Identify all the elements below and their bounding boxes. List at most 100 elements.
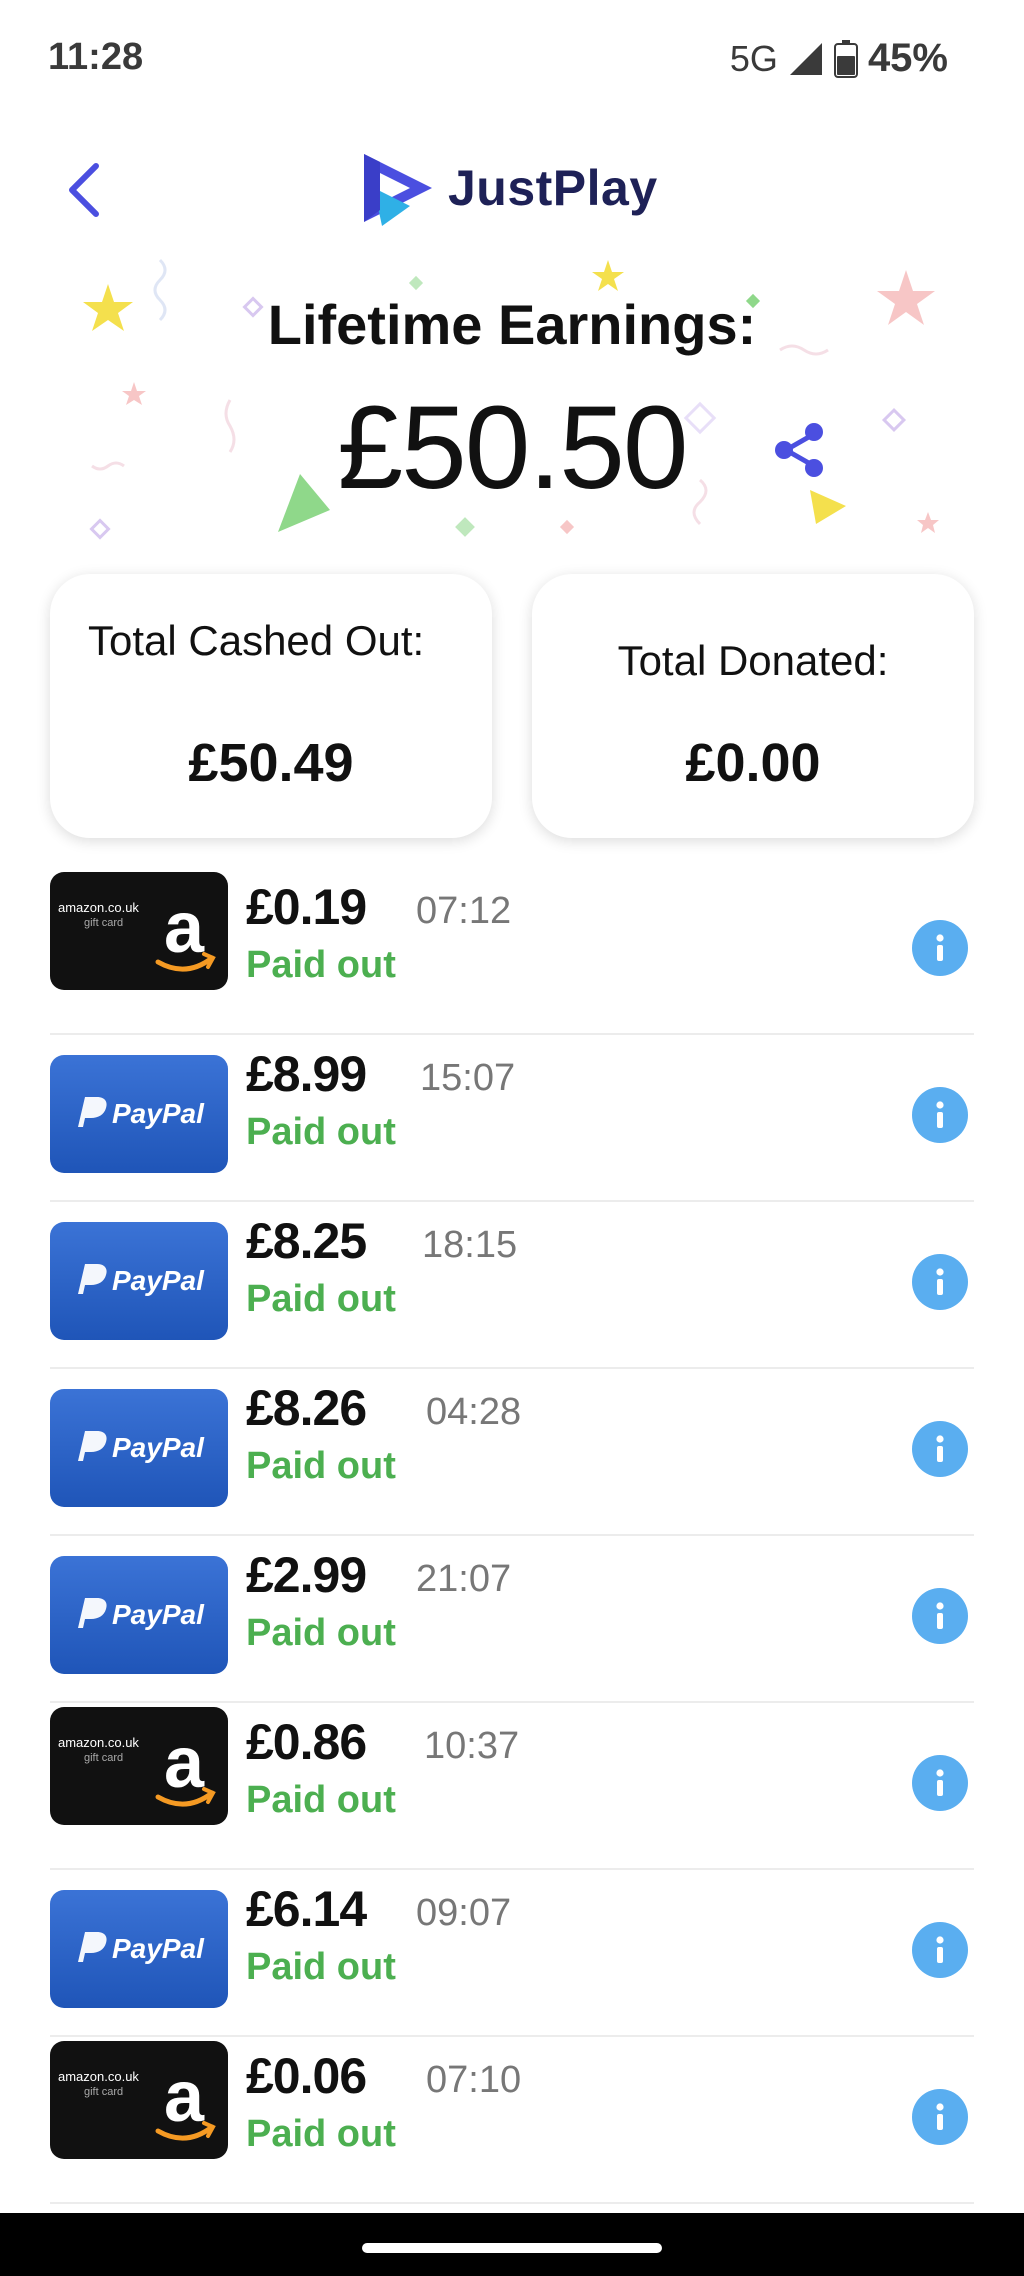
signal-icon — [789, 42, 822, 75]
paypal-thumbnail: PayPal — [50, 1890, 228, 2008]
lifetime-earnings-section: Lifetime Earnings: £50.50 — [0, 250, 1024, 560]
payout-row[interactable]: PayPal £8.25 18:15 Paid out — [50, 1202, 974, 1369]
payout-status: Paid out — [246, 1612, 396, 1654]
payout-row[interactable]: PayPal £2.99 21:07 Paid out — [50, 1536, 974, 1703]
svg-text:gift card: gift card — [84, 1752, 123, 1764]
payout-amount: £8.25 — [246, 1213, 367, 1269]
payout-status: Paid out — [246, 944, 396, 986]
payout-status: Paid out — [246, 1445, 396, 1487]
payout-row[interactable]: PayPal £8.26 04:28 Paid out — [50, 1369, 974, 1536]
payout-time: 04:28 — [426, 1391, 522, 1433]
info-icon — [936, 1602, 944, 1629]
total-cashed-out-card: Total Cashed Out: £50.49 — [50, 574, 492, 838]
paypal-logo-icon: PayPal — [78, 1431, 205, 1463]
info-button[interactable] — [912, 1254, 968, 1310]
battery-icon — [833, 39, 858, 78]
payout-time: 10:37 — [424, 1725, 520, 1767]
info-button[interactable] — [912, 1421, 968, 1477]
back-button[interactable] — [52, 158, 116, 222]
paypal-logo-icon: PayPal — [78, 1097, 205, 1129]
payout-amount: £0.06 — [246, 2048, 367, 2104]
info-icon — [936, 1435, 944, 1462]
payout-time: 09:07 — [416, 1892, 512, 1934]
status-bar: 11:28 5G 45% — [0, 0, 1024, 120]
payout-time: 21:07 — [416, 1558, 512, 1600]
status-time: 11:28 — [48, 36, 144, 78]
payout-row[interactable]: amazon.co.uk gift card a £0.86 10:37 Pai… — [50, 1703, 974, 1870]
network-type: 5G — [729, 37, 778, 79]
info-button[interactable] — [912, 920, 968, 976]
payout-row[interactable]: amazon.co.uk gift card a £0.06 07:10 Pai… — [50, 2037, 974, 2204]
total-cashed-out-label: Total Cashed Out: — [88, 617, 425, 664]
payout-amount: £8.99 — [246, 1046, 367, 1102]
total-donated-label: Total Donated: — [617, 637, 889, 684]
svg-text:gift card: gift card — [84, 917, 123, 929]
share-button[interactable] — [768, 418, 832, 482]
info-icon — [936, 1268, 944, 1295]
info-icon — [936, 934, 944, 961]
payout-time: 07:10 — [426, 2059, 522, 2101]
payout-row[interactable]: PayPal £8.99 15:07 Paid out — [50, 1035, 974, 1202]
home-indicator[interactable] — [362, 2243, 662, 2253]
info-button[interactable] — [912, 1087, 968, 1143]
payout-amount: £2.99 — [246, 1547, 367, 1603]
payout-row[interactable]: amazon.co.uk gift card a £0.19 07:12 Pai… — [50, 868, 974, 1035]
system-nav-bar — [0, 2213, 1024, 2276]
svg-text:a: a — [164, 2057, 205, 2137]
svg-text:PayPal: PayPal — [112, 1265, 205, 1296]
chevron-left-icon — [69, 163, 99, 217]
paypal-logo-icon: PayPal — [78, 1598, 205, 1630]
info-icon — [936, 1769, 944, 1796]
svg-text:PayPal: PayPal — [112, 1098, 205, 1129]
app-name: JustPlay — [448, 160, 658, 216]
payout-status: Paid out — [246, 1946, 396, 1988]
payout-time: 18:15 — [422, 1224, 518, 1266]
info-button[interactable] — [912, 1922, 968, 1978]
amazon-logo-icon: amazon.co.uk gift card a — [58, 1723, 216, 1807]
svg-text:a: a — [164, 1723, 205, 1803]
amazon-gift-card-thumbnail: amazon.co.uk gift card a — [50, 1707, 228, 1825]
paypal-thumbnail: PayPal — [50, 1055, 228, 1173]
payout-status: Paid out — [246, 1779, 396, 1821]
payout-status: Paid out — [246, 1278, 396, 1320]
amazon-gift-card-thumbnail: amazon.co.uk gift card a — [50, 2041, 228, 2159]
amazon-logo-icon: amazon.co.uk gift card a — [58, 888, 216, 972]
info-icon — [936, 1101, 944, 1128]
info-icon — [936, 1936, 944, 1963]
payout-row[interactable]: PayPal £6.14 09:07 Paid out — [50, 1870, 974, 2037]
battery-percent: 45% — [867, 36, 948, 80]
total-donated-card: Total Donated: £0.00 — [532, 574, 974, 838]
total-donated-value: £0.00 — [685, 733, 821, 793]
svg-text:PayPal: PayPal — [112, 1933, 205, 1964]
payout-status: Paid out — [246, 1111, 396, 1153]
info-icon — [936, 2103, 944, 2130]
info-button[interactable] — [912, 1588, 968, 1644]
info-button[interactable] — [912, 2089, 968, 2145]
lifetime-earnings-value: £50.50 — [337, 382, 689, 514]
status-icons: 5G 45% — [730, 36, 948, 81]
paypal-logo-icon: PayPal — [78, 1264, 205, 1296]
paypal-thumbnail: PayPal — [50, 1556, 228, 1674]
amazon-gift-card-thumbnail: amazon.co.uk gift card a — [50, 872, 228, 990]
payout-amount: £0.86 — [246, 1714, 367, 1770]
justplay-logo-icon — [364, 154, 432, 226]
svg-text:amazon.co.uk: amazon.co.uk — [58, 2069, 139, 2084]
app-header: JustPlay — [0, 130, 1024, 250]
payout-amount: £6.14 — [246, 1881, 367, 1937]
svg-text:amazon.co.uk: amazon.co.uk — [58, 1735, 139, 1750]
paypal-logo-icon: PayPal — [78, 1932, 205, 1964]
svg-text:amazon.co.uk: amazon.co.uk — [58, 900, 139, 915]
total-cashed-out-value: £50.49 — [188, 733, 354, 793]
paypal-thumbnail: PayPal — [50, 1389, 228, 1507]
svg-text:a: a — [164, 888, 205, 968]
amazon-logo-icon: amazon.co.uk gift card a — [58, 2057, 216, 2141]
payout-history-list[interactable]: amazon.co.uk gift card a £0.19 07:12 Pai… — [50, 868, 974, 2213]
payout-amount: £8.26 — [246, 1380, 367, 1436]
paypal-thumbnail: PayPal — [50, 1222, 228, 1340]
info-button[interactable] — [912, 1755, 968, 1811]
app-logo: JustPlay — [360, 148, 658, 228]
payout-status: Paid out — [246, 2113, 396, 2155]
svg-text:PayPal: PayPal — [112, 1599, 205, 1630]
svg-text:gift card: gift card — [84, 2086, 123, 2098]
payout-amount: £0.19 — [246, 879, 367, 935]
